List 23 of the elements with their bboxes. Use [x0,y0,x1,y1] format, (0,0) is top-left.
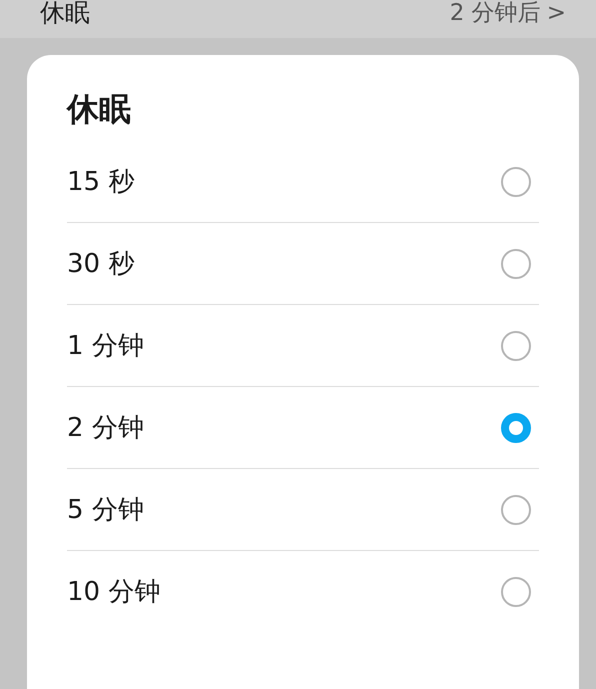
option-label: 15 秒 [67,166,136,199]
radio-button[interactable] [501,576,531,606]
option-row[interactable]: 2 分钟 [67,387,539,469]
option-row[interactable]: 30 秒 [67,223,539,305]
option-row[interactable]: 5 分钟 [67,469,539,551]
dialog-title: 休眠 [67,89,132,130]
radio-button[interactable] [501,494,531,524]
row-label: 休眠 [40,0,91,26]
settings-row[interactable]: 休眠 2 分钟后 > [0,0,596,38]
row-value: 2 分钟后 [450,0,541,26]
option-label: 5 分钟 [67,494,145,527]
option-row[interactable]: 15 秒 [67,141,539,223]
option-label: 1 分钟 [67,330,145,363]
radio-button[interactable] [501,412,531,442]
option-row[interactable]: 10 分钟 [67,551,539,632]
radio-button[interactable] [501,248,531,278]
radio-button[interactable] [501,330,531,360]
chevron-icon: > [546,0,566,26]
radio-button[interactable] [501,166,531,196]
option-label: 30 秒 [67,248,136,281]
option-label: 10 分钟 [67,576,162,609]
option-label: 2 分钟 [67,412,145,445]
option-row[interactable]: 1 分钟 [67,305,539,387]
